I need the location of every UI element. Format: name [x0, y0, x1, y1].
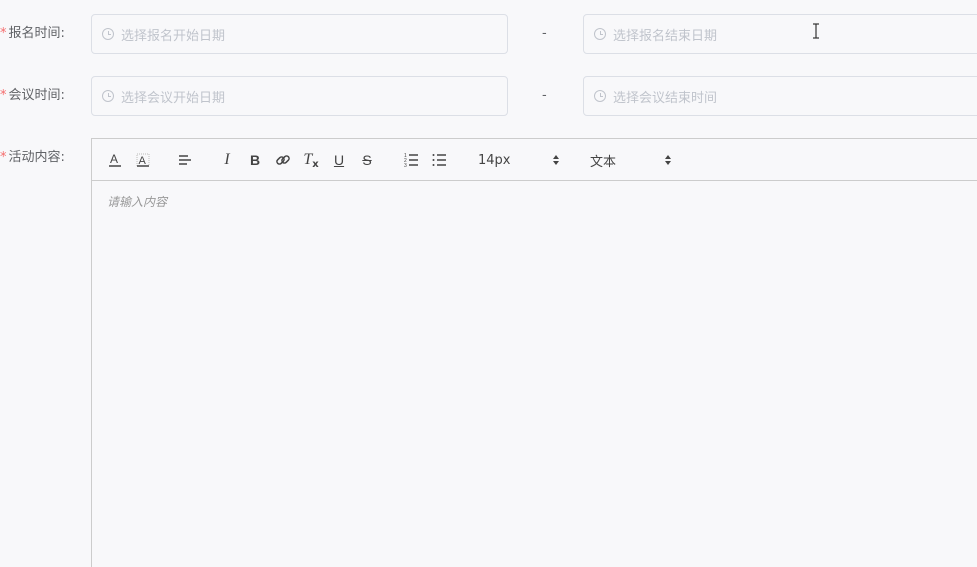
signup-time-label: * 报名时间: [0, 14, 65, 54]
meeting-start-placeholder: 选择会议开始日期 [121, 90, 226, 106]
date-range-separator: - [542, 26, 547, 41]
required-mark: * [0, 26, 7, 41]
required-mark: * [0, 150, 7, 165]
svg-text:A: A [139, 155, 147, 167]
header-picker[interactable]: 文本 [590, 149, 672, 171]
italic-button[interactable]: I [218, 149, 236, 171]
select-arrows-icon [553, 155, 559, 165]
svg-text:3: 3 [404, 163, 407, 168]
ordered-list-icon[interactable]: 123 [402, 149, 420, 171]
bullet-list-icon[interactable] [430, 149, 448, 171]
underline-label: U [333, 152, 345, 168]
editor-placeholder: 请输入内容 [107, 195, 168, 209]
clear-format-label: T [303, 151, 313, 168]
clock-icon [594, 28, 606, 40]
bold-label: B [249, 152, 261, 168]
required-mark: * [0, 88, 7, 103]
editor-content-area[interactable]: 请输入内容 [92, 181, 977, 567]
text-cursor-icon [813, 23, 819, 39]
font-size-value: 14px [478, 152, 511, 168]
font-size-picker[interactable]: 14px [478, 149, 560, 171]
clock-icon [102, 90, 114, 102]
link-icon[interactable] [274, 149, 292, 171]
clock-icon [102, 28, 114, 40]
align-left-icon[interactable] [176, 149, 194, 171]
signup-time-label-text: 报名时间: [8, 26, 65, 41]
strike-button[interactable]: S [358, 149, 376, 171]
background-color-icon[interactable]: A [134, 149, 152, 171]
date-range-separator: - [542, 88, 547, 103]
select-arrows-icon [665, 155, 671, 165]
font-color-icon[interactable]: A [106, 149, 124, 171]
svg-text:A: A [110, 152, 118, 166]
signup-start-date-input[interactable]: 选择报名开始日期 [91, 14, 508, 54]
clock-icon [594, 90, 606, 102]
signup-end-date-input[interactable]: 选择报名结束日期 [583, 14, 977, 54]
meeting-time-label: * 会议时间: [0, 76, 65, 116]
clear-format-button[interactable]: Tx [302, 149, 320, 171]
content-label: * 活动内容: [0, 138, 65, 178]
signup-start-placeholder: 选择报名开始日期 [121, 28, 226, 44]
meeting-start-date-input[interactable]: 选择会议开始日期 [91, 76, 508, 116]
header-value: 文本 [590, 154, 617, 170]
meeting-end-date-input[interactable]: 选择会议结束时间 [583, 76, 977, 116]
signup-end-placeholder: 选择报名结束日期 [613, 28, 718, 44]
meeting-end-placeholder: 选择会议结束时间 [613, 90, 718, 106]
editor-toolbar: A A I B Tx U S 1 2 3 14px 文本 [92, 139, 977, 181]
underline-button[interactable]: U [330, 149, 348, 171]
clear-x-icon: x [312, 158, 319, 170]
strike-label: S [362, 152, 372, 168]
italic-label: I [224, 151, 230, 168]
rich-text-editor: A A I B Tx U S 1 2 3 14px 文本 请输入内容 [91, 138, 977, 567]
content-label-text: 活动内容: [8, 150, 65, 165]
bold-button[interactable]: B [246, 149, 264, 171]
meeting-time-label-text: 会议时间: [8, 88, 65, 103]
